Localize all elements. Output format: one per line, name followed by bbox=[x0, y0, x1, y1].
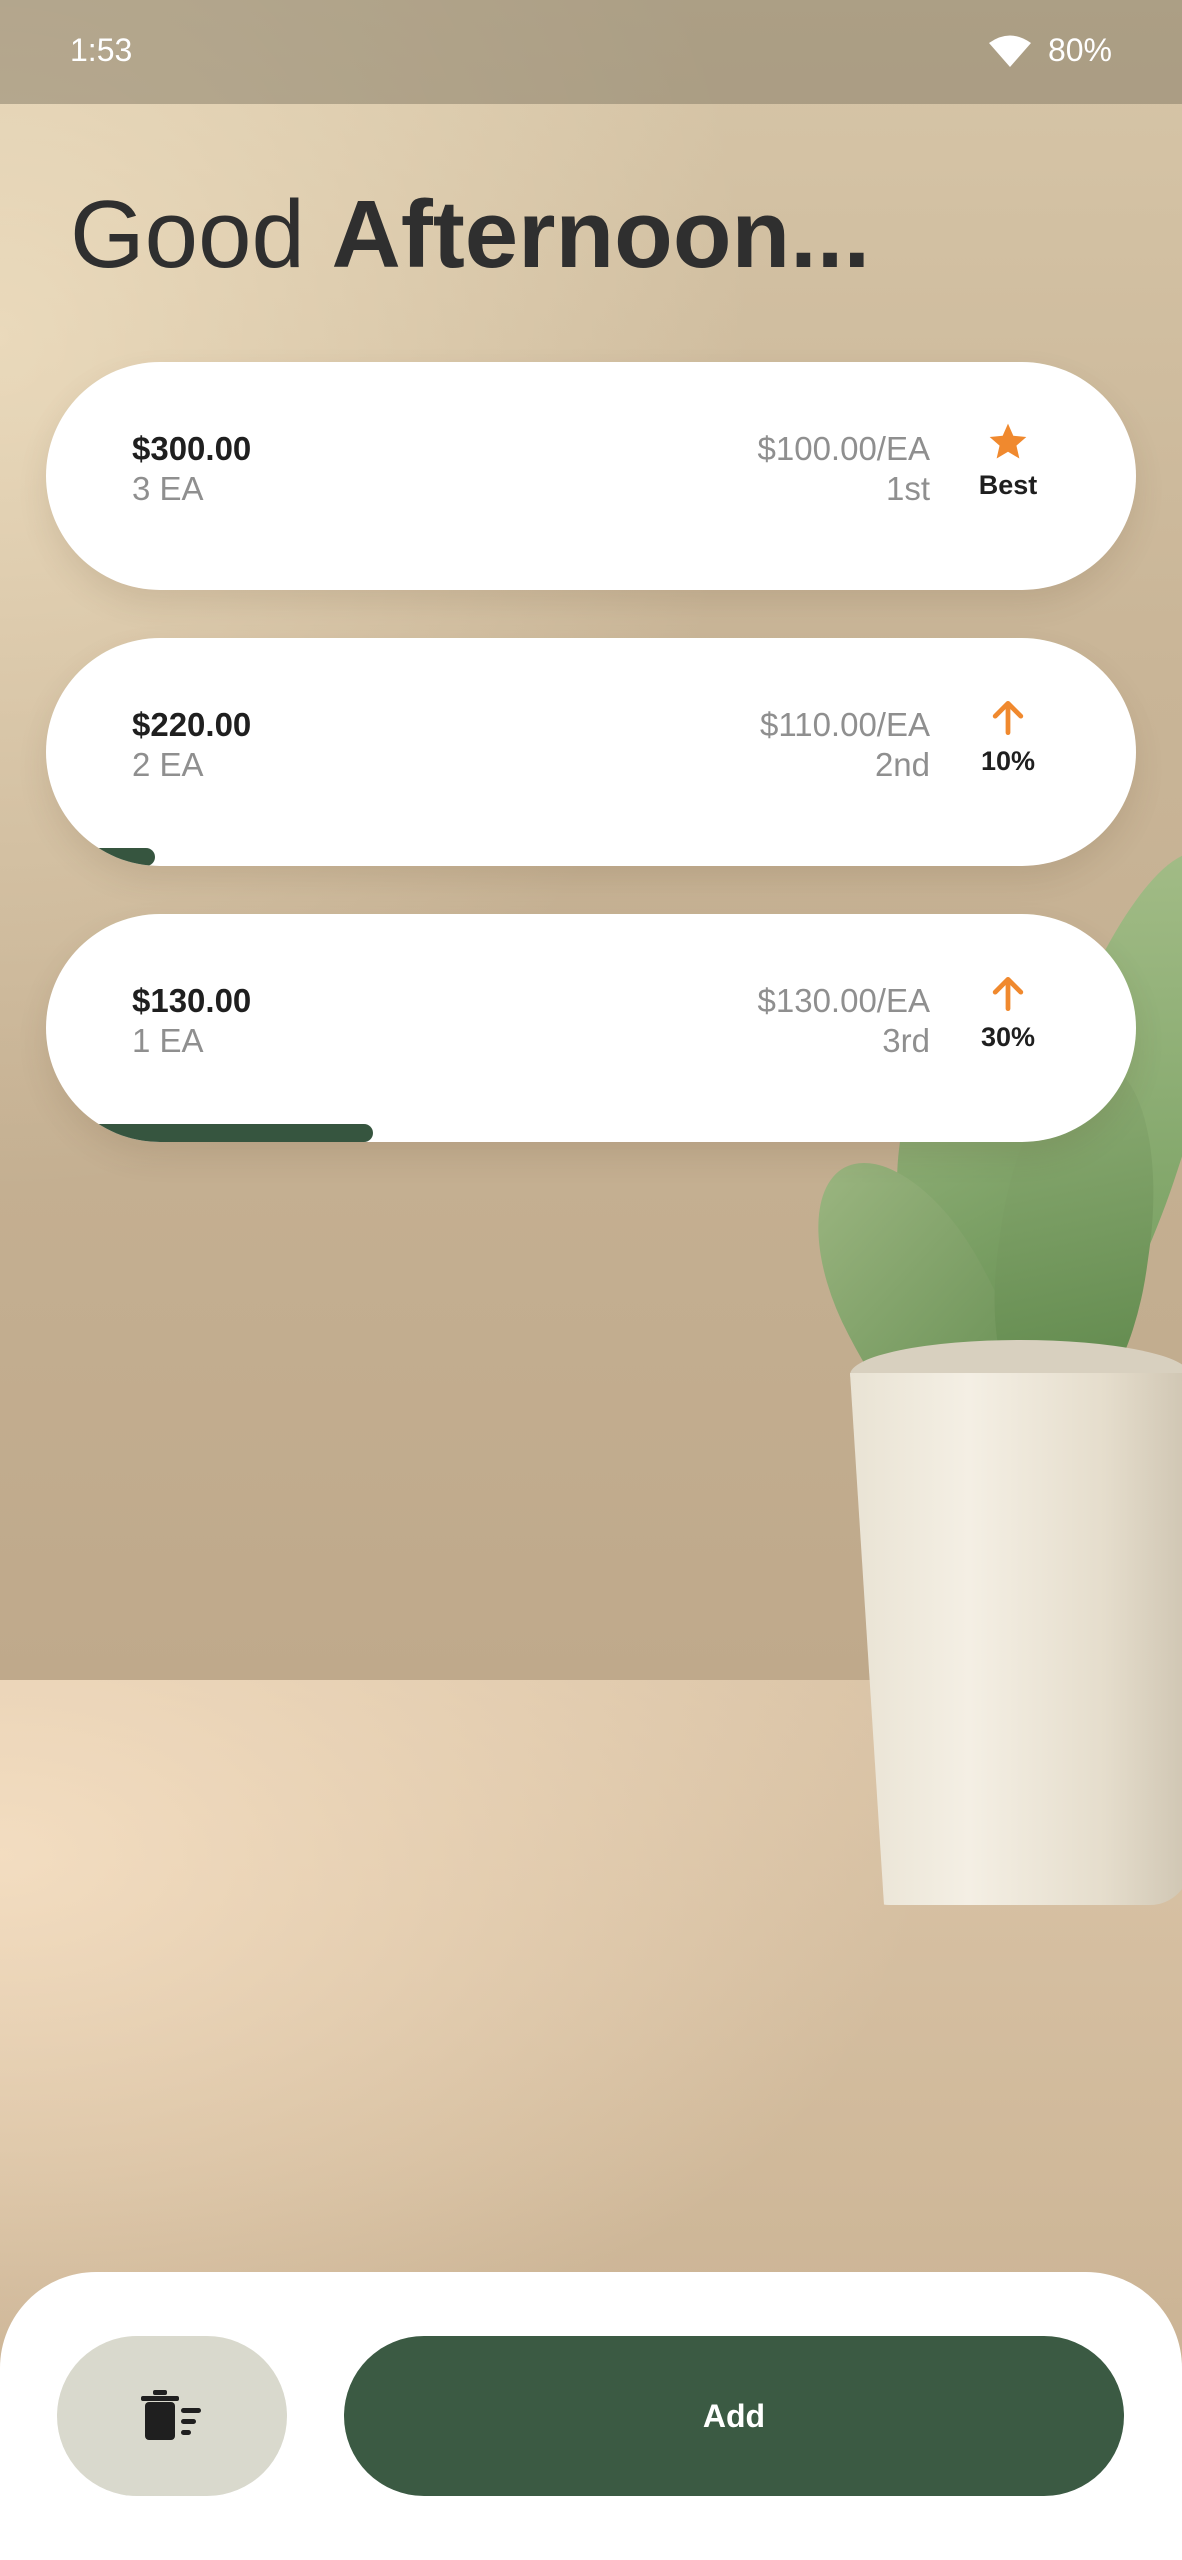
status-bar: 1:53 80% bbox=[0, 0, 1182, 104]
price-card[interactable]: $300.00 3 EA $100.00/EA 1st Best bbox=[46, 362, 1136, 590]
card-total: $130.00 bbox=[132, 982, 252, 1019]
card-unit-price: $130.00/EA bbox=[757, 982, 930, 1019]
card-rank: 1st bbox=[885, 470, 930, 507]
greeting-emphasis: Afternoon... bbox=[331, 181, 871, 288]
clear-all-icon bbox=[141, 2390, 201, 2440]
greeting-prefix: Good bbox=[70, 181, 305, 288]
card-rank: 2nd bbox=[874, 746, 930, 783]
card-quantity: 3 EA bbox=[132, 470, 204, 507]
savings-progress-bar bbox=[46, 1124, 373, 1142]
price-card[interactable]: $130.00 1 EA $130.00/EA 3rd 30% bbox=[46, 914, 1136, 1142]
savings-progress-bar bbox=[46, 848, 155, 866]
badge-label: 30% bbox=[980, 1022, 1036, 1052]
card-quantity: 2 EA bbox=[132, 746, 204, 783]
badge-label: 10% bbox=[980, 746, 1036, 776]
arrow-up-icon bbox=[992, 700, 1024, 736]
wifi-icon bbox=[988, 35, 1031, 67]
card-unit-price: $100.00/EA bbox=[757, 430, 930, 467]
greeting-title: Good Afternoon... bbox=[70, 180, 870, 290]
add-button-label: Add bbox=[702, 2397, 766, 2434]
add-button[interactable]: Add bbox=[344, 2336, 1124, 2496]
battery-level: 80% bbox=[1047, 32, 1112, 68]
clear-all-button[interactable] bbox=[57, 2336, 287, 2496]
card-quantity: 1 EA bbox=[132, 1022, 204, 1059]
badge-label: Best bbox=[978, 470, 1038, 500]
card-badge: 30% bbox=[966, 972, 1050, 1053]
status-time: 1:53 bbox=[70, 32, 133, 68]
card-total: $300.00 bbox=[132, 430, 252, 467]
arrow-up-icon bbox=[992, 976, 1024, 1012]
star-icon bbox=[989, 423, 1027, 459]
card-badge: 10% bbox=[966, 696, 1050, 777]
price-card[interactable]: $220.00 2 EA $110.00/EA 2nd 10% bbox=[46, 638, 1136, 866]
card-total: $220.00 bbox=[132, 706, 252, 743]
card-rank: 3rd bbox=[882, 1022, 930, 1059]
card-badge: Best bbox=[966, 420, 1050, 501]
card-unit-price: $110.00/EA bbox=[759, 706, 930, 743]
